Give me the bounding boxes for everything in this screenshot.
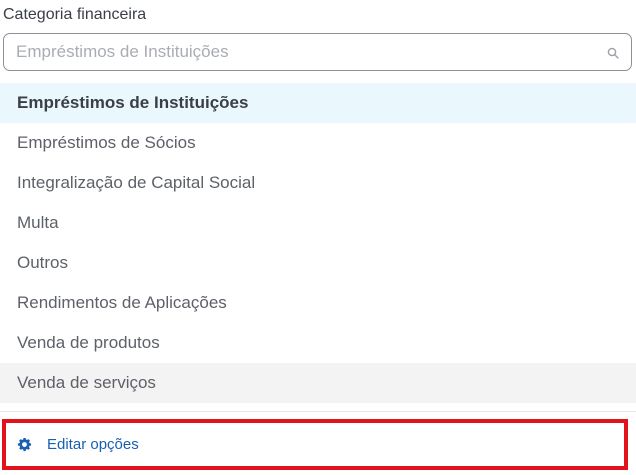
option-multa[interactable]: Multa [0,203,636,243]
option-rendimentos-aplicacoes[interactable]: Rendimentos de Aplicações [0,283,636,323]
option-venda-produtos[interactable]: Venda de produtos [0,323,636,363]
edit-options-highlight: Editar opções [2,419,628,470]
option-emprestimos-socios[interactable]: Empréstimos de Sócios [0,123,636,163]
search-box[interactable] [3,33,632,71]
edit-options-button[interactable]: Editar opções [17,423,139,466]
edit-options-label: Editar opções [47,436,139,453]
gear-icon [17,437,32,452]
search-icon [607,47,619,59]
option-emprestimos-instituicoes[interactable]: Empréstimos de Instituições [0,83,636,123]
financial-category-select: Categoria financeira Empréstimos de Inst… [0,0,636,475]
option-outros[interactable]: Outros [0,243,636,283]
divider [0,411,636,412]
option-venda-servicos[interactable]: Venda de serviços [0,363,636,403]
option-integralizacao-capital-social[interactable]: Integralização de Capital Social [0,163,636,203]
field-label: Categoria financeira [3,6,147,23]
dropdown-list: Empréstimos de Instituições Empréstimos … [0,83,636,475]
search-input[interactable] [16,34,596,70]
